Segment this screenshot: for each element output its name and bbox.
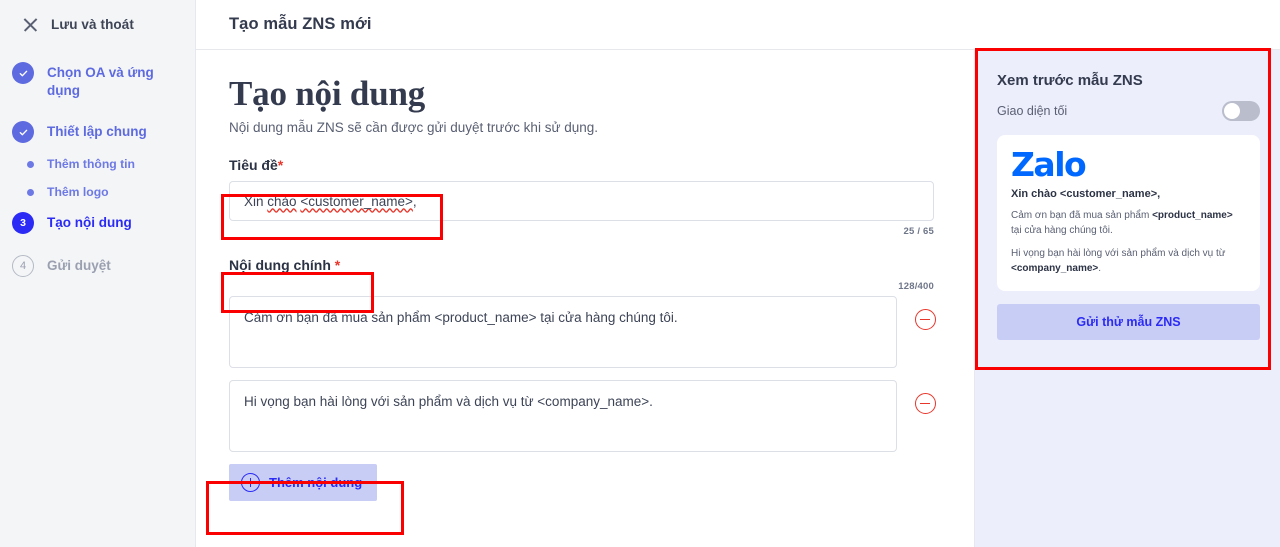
save-and-exit-button[interactable]: Lưu và thoát [0,0,195,33]
body-char-counter: 128/400 [898,281,934,292]
preview-panel: Xem trước mẫu ZNS Giao diện tối Zalo Xin… [974,50,1280,547]
preview-paragraph-2: Hi vọng bạn hài lòng với sản phẩm và dịc… [1011,248,1226,274]
dark-mode-toggle[interactable] [1222,101,1260,121]
zalo-logo: Zalo [1011,145,1087,184]
sidebar-step-label: Gửi duyệt [47,258,111,274]
body-paragraph-row: Cảm ơn bạn đã mua sản phẩm <product_name… [229,296,974,368]
preview-paragraph-1: Cảm ơn bạn đã mua sản phẩm <product_name… [1011,210,1233,236]
step-marker: 3 [12,212,34,235]
check-icon [12,62,34,84]
required-asterisk: * [277,157,284,173]
bullet-dot-icon [27,160,34,168]
zns-template-editor: Lưu và thoát Chọn OA và ứng dụng Thiết l… [0,0,1280,547]
substep-list: Thêm thông tin Thêm logo [0,157,195,199]
step-marker [12,121,34,144]
close-icon [22,16,39,33]
title-input-value: Xin chào <customer_name>, [244,193,417,209]
send-test-zns-button[interactable]: Gửi thử mẫu ZNS [997,304,1260,340]
sidebar-step-label: Tạo nội dung [47,215,132,231]
sidebar-step-submit-review[interactable]: 4 Gửi duyệt [0,255,195,278]
body-paragraph-input-2[interactable]: Hi vọng bạn hài lòng với sản phẩm và dịc… [229,380,897,452]
minus-circle-icon[interactable] [915,393,936,414]
title-char-counter: 25 / 65 [903,226,934,237]
sidebar-substep-label: Thêm thông tin [47,157,136,172]
sidebar-step-choose-oa[interactable]: Chọn OA và ứng dụng [0,62,195,100]
form-column: Tạo nội dung Nội dung mẫu ZNS sẽ cần đượ… [196,50,974,547]
content-area: Tạo nội dung Nội dung mẫu ZNS sẽ cần đượ… [196,50,1280,547]
body-field-group: Nội dung chính * 128/400 Cảm ơn bạn đã m… [229,257,974,501]
add-content-label: Thêm nội dung [269,475,363,490]
plus-circle-icon [241,473,260,492]
main-panel: Tạo mẫu ZNS mới Tạo nội dung Nội dung mẫ… [195,0,1280,547]
sidebar-step-general-setup[interactable]: Thiết lập chung [0,121,195,144]
step-marker: 4 [12,255,34,278]
preview-greeting: Xin chào <customer_name>, [1011,188,1161,200]
section-subheading: Nội dung mẫu ZNS sẽ cần được gửi duyệt t… [229,120,599,135]
body-field-label: Nội dung chính * [229,257,341,273]
dark-mode-row: Giao diện tối [997,101,1260,121]
section-heading: Tạo nội dung [229,74,426,113]
step-number-badge: 3 [12,212,34,235]
sidebar-step-label: Chọn OA và ứng dụng [47,65,154,99]
sidebar-substep-label: Thêm logo [47,185,109,200]
body-paragraph-input-1[interactable]: Cảm ơn bạn đã mua sản phẩm <product_name… [229,296,897,368]
add-content-button[interactable]: Thêm nội dung [229,464,378,501]
required-asterisk: * [334,257,341,273]
sidebar-substep-add-logo[interactable]: Thêm logo [0,185,195,199]
sidebar: Lưu và thoát Chọn OA và ứng dụng Thiết l… [0,0,195,547]
toggle-knob [1224,103,1240,119]
dark-mode-label: Giao diện tối [997,104,1068,118]
sidebar-substep-add-info[interactable]: Thêm thông tin [0,157,195,171]
preview-title: Xem trước mẫu ZNS [997,72,1143,89]
body-paragraph-row: Hi vọng bạn hài lòng với sản phẩm và dịc… [229,380,974,452]
step-number-badge: 4 [12,255,34,278]
check-icon [12,121,34,144]
header-bar: Tạo mẫu ZNS mới [196,0,1280,50]
minus-circle-icon[interactable] [915,309,936,330]
zns-preview-card: Zalo Xin chào <customer_name>, Cảm ơn bạ… [997,135,1260,291]
step-list: Chọn OA và ứng dụng Thiết lập chung Thêm… [0,62,195,278]
bullet-dot-icon [27,188,34,196]
sidebar-step-label: Thiết lập chung [47,124,147,140]
sidebar-step-create-content[interactable]: 3 Tạo nội dung [0,212,195,235]
save-and-exit-label: Lưu và thoát [51,17,134,32]
step-marker [12,62,34,84]
title-field-group: Tiêu đề* Xin chào <customer_name>, 25 / … [229,157,974,237]
title-field-label: Tiêu đề* [229,157,284,173]
title-input[interactable]: Xin chào <customer_name>, [229,181,934,221]
page-title: Tạo mẫu ZNS mới [229,15,372,33]
